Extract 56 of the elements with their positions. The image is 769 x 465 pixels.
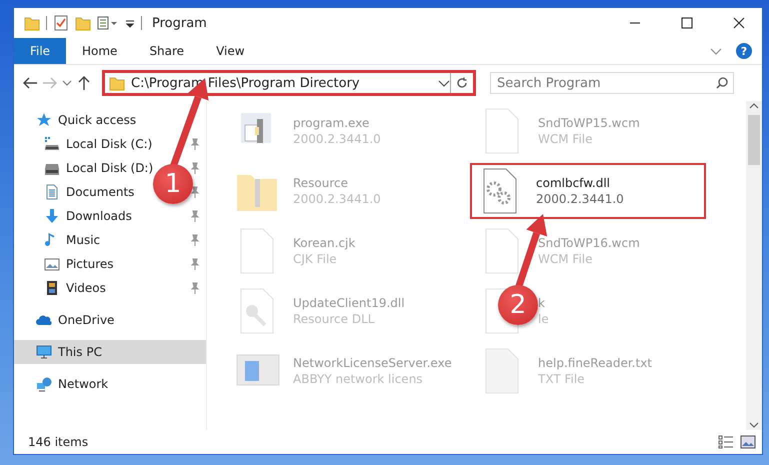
pc-icon — [36, 344, 52, 360]
drive-c-icon — [44, 136, 60, 152]
address-bar[interactable]: C:\Program Files\Program Directory — [102, 70, 476, 96]
file-detail: Resource DLL — [293, 312, 376, 326]
file-menu-button[interactable]: File — [14, 38, 66, 64]
document-icon — [44, 184, 60, 200]
sidebar-item[interactable]: OneDrive — [14, 308, 206, 332]
sidebar-item[interactable]: Quick access — [14, 108, 206, 132]
sidebar-item[interactable]: Pictures — [14, 252, 118, 276]
file-detail: 2000.2.3441.0 — [293, 132, 381, 146]
file-name: comlbcfw.dll — [536, 176, 612, 190]
window-title: Program — [152, 16, 207, 30]
item-count: 146 items — [28, 435, 88, 449]
file-detail: 2000.2.3441.0 — [293, 192, 381, 206]
file-detail: ABBYY network licens — [293, 372, 424, 386]
scroll-thumb[interactable] — [748, 115, 760, 165]
scrollbar[interactable] — [746, 101, 762, 430]
sidebar-item[interactable]: Videos — [14, 276, 110, 300]
file-detail: WCM File — [538, 252, 594, 266]
folder-icon — [109, 75, 125, 91]
sidebar-item[interactable]: This PC — [14, 340, 206, 364]
details-view-icon[interactable] — [718, 435, 734, 449]
address-path: C:\Program Files\Program Directory — [131, 76, 361, 90]
refresh-icon — [456, 77, 468, 89]
ribbon-tab[interactable]: Home — [66, 38, 134, 64]
star-icon — [36, 112, 52, 128]
ribbon-tab[interactable]: View — [200, 38, 261, 64]
sidebar-item[interactable]: Local Disk (C:) — [14, 132, 156, 156]
up-arrow-icon[interactable] — [76, 75, 92, 91]
scroll-up-icon[interactable] — [749, 101, 759, 111]
network-icon — [36, 376, 52, 392]
file-detail: WCM File — [538, 132, 594, 146]
maximize-icon — [681, 17, 693, 29]
sidebar-item[interactable]: Network — [14, 372, 206, 396]
file-detail: TXT File — [538, 372, 586, 386]
large-icons-view-icon[interactable] — [740, 435, 756, 449]
file-detail: 2000.2.3441.0 — [536, 192, 624, 206]
highlighted-file-item[interactable]: comlbcfw.dll 2000.2.3441.0 — [470, 163, 706, 219]
search-icon — [716, 77, 728, 89]
close-icon — [733, 17, 745, 29]
scroll-down-icon[interactable] — [749, 420, 759, 430]
back-arrow-icon[interactable] — [22, 75, 38, 91]
download-icon — [44, 208, 60, 224]
checkmark-document-icon[interactable] — [53, 15, 69, 31]
sidebar-item[interactable]: Documents — [14, 180, 138, 204]
search-field[interactable]: Search Program — [490, 72, 734, 94]
help-button[interactable]: ? — [736, 43, 752, 59]
sidebar-item[interactable]: Downloads — [14, 204, 136, 228]
sidebar-item[interactable]: Music — [14, 228, 104, 252]
chevron-down-icon[interactable] — [62, 78, 72, 88]
ribbon-tab[interactable]: Share — [133, 38, 200, 64]
video-icon — [44, 280, 60, 296]
file-detail: CJK File — [293, 252, 338, 266]
file-detail: le — [538, 312, 549, 326]
properties-icon[interactable] — [97, 15, 119, 31]
picture-icon — [44, 256, 60, 272]
